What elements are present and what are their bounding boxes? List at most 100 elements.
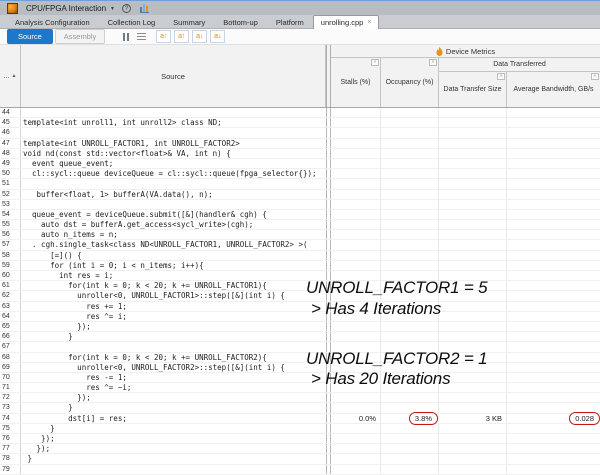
help-icon[interactable]: ? [122,4,131,13]
occupancy-column-header[interactable]: Occupancy (%) » [381,58,439,107]
expand-column-icon[interactable]: » [429,59,437,66]
chevron-down-icon[interactable]: ▾ [111,5,114,12]
source-code-cell: }); [21,434,326,443]
table-row[interactable]: 79 [0,465,600,475]
data-transfer-size-value [439,424,507,433]
table-row[interactable]: 70 res -= 1; [0,373,600,383]
table-row[interactable]: 67 [0,342,600,352]
table-row[interactable]: 76 }); [0,434,600,444]
device-metrics-header[interactable]: Device Metrics [331,45,600,58]
data-transferred-header[interactable]: Data Transferred [439,58,600,72]
table-row[interactable]: 63 res += 1; [0,302,600,312]
vtune-logo-icon [7,3,18,14]
table-row[interactable]: 75 } [0,424,600,434]
jump-to-hottest-down-icon[interactable]: a↓ [210,30,225,43]
close-icon[interactable]: × [367,19,371,26]
table-row[interactable]: 72 }); [0,393,600,403]
next-hot-line-icon[interactable]: a↓ [192,30,207,43]
table-row[interactable]: 47 template<int UNROLL_FACTOR1, int UNRO… [0,139,600,149]
table-row[interactable]: 62 unroller<0, UNROLL_FACTOR1>::step([&]… [0,291,600,301]
tab-analysis-configuration[interactable]: Analysis Configuration [6,15,99,28]
line-number: 58 [0,251,21,260]
prev-hot-line-icon[interactable]: a↑ [174,30,189,43]
line-number: 69 [0,363,21,372]
source-code-cell: }); [21,444,326,453]
average-bandwidth-value [507,444,600,453]
tab-summary[interactable]: Summary [164,15,214,28]
compare-results-icon[interactable] [140,3,150,13]
table-row[interactable]: 66 } [0,332,600,342]
table-row[interactable]: 59 for (int i = 0; i < n_items; i++){ [0,261,600,271]
assembly-toggle-button[interactable]: Assembly [55,29,106,44]
source-code-cell [21,108,326,117]
table-row[interactable]: 58 [=]() { [0,251,600,261]
table-row[interactable]: 77 }); [0,444,600,454]
table-row[interactable]: 48 void nd(const std::vector<float>& VA,… [0,149,600,159]
tab-unrolling-cpp[interactable]: unrolling.cpp × [313,15,380,29]
jump-to-hottest-up-icon[interactable]: a↑ [156,30,171,43]
average-bandwidth-value [507,322,600,331]
source-code-cell: unroller<0, UNROLL_FACTOR1>::step([&](in… [21,291,326,300]
table-row[interactable]: 54 queue_event = deviceQueue.submit([&](… [0,210,600,220]
source-toggle-button[interactable]: Source [7,29,53,44]
table-row[interactable]: 73 } [0,403,600,413]
data-transfer-size-value [439,139,507,148]
menu-icon[interactable] [137,33,146,41]
occupancy-value [381,200,439,209]
average-bandwidth-value [507,230,600,239]
source-code-cell [21,200,326,209]
table-row[interactable]: 69 unroller<0, UNROLL_FACTOR2>::step([&]… [0,363,600,373]
table-row[interactable]: 45 template<int unroll1, int unroll2> cl… [0,118,600,128]
expand-column-icon[interactable]: » [591,73,599,80]
occupancy-value [381,118,439,127]
data-transfer-size-value [439,261,507,270]
table-row[interactable]: 50 cl::sycl::queue deviceQueue = cl::syc… [0,169,600,179]
table-row[interactable]: 56 auto n_items = n; [0,230,600,240]
table-row[interactable]: 52 buffer<float, 1> bufferA(VA.data(), n… [0,190,600,200]
table-row[interactable]: 46 [0,128,600,138]
table-row[interactable]: 55 auto dst = bufferA.get_access<sycl_wr… [0,220,600,230]
expand-column-icon[interactable]: » [497,73,505,80]
table-row[interactable]: 44 [0,108,600,118]
average-bandwidth-value [507,342,600,351]
pane-split-icon[interactable] [123,33,129,41]
tab-collection-log[interactable]: Collection Log [99,15,165,28]
table-row[interactable]: 51 [0,179,600,189]
table-row[interactable]: 53 [0,200,600,210]
occupancy-value [381,169,439,178]
data-transfer-size-value [439,200,507,209]
stalls-value [331,403,381,412]
table-row[interactable]: 68 for(int k = 0; k < 20; k += UNROLL_FA… [0,353,600,363]
stalls-value [331,210,381,219]
source-grid-body: 44 45 template<int unroll1, int unroll2>… [0,108,600,475]
average-bandwidth-column-header[interactable]: Average Bandwidth, GB/s » [507,72,600,107]
source-code-cell: queue_event = deviceQueue.submit([&](han… [21,210,326,219]
table-row[interactable]: 61 for(int k = 0; k < 20; k += UNROLL_FA… [0,281,600,291]
table-row[interactable]: 60 int res = i; [0,271,600,281]
table-row[interactable]: 49 event queue_event; [0,159,600,169]
data-transfer-size-column-header[interactable]: Data Transfer Size » [439,72,507,107]
source-code-cell: for(int k = 0; k < 20; k += UNROLL_FACTO… [21,353,326,362]
tab-platform[interactable]: Platform [267,15,313,28]
table-row[interactable]: 78 } [0,454,600,464]
line-number: 72 [0,393,21,402]
average-bandwidth-value [507,434,600,443]
average-bandwidth-value [507,240,600,249]
line-number: 44 [0,108,21,117]
table-row[interactable]: 65 }); [0,322,600,332]
table-row[interactable]: 74 dst[i] = res; 0.0% 3.8% 3 KB 0.028 [0,414,600,424]
stalls-value [331,322,381,331]
tab-bottom-up[interactable]: Bottom-up [214,15,267,28]
stalls-column-header[interactable]: Stalls (%) » [331,58,381,107]
analysis-type-title[interactable]: CPU/FPGA Interaction [26,4,106,13]
average-bandwidth-value [507,159,600,168]
table-row[interactable]: 71 res ^= ~i; [0,383,600,393]
source-column-header[interactable]: Source [21,45,326,107]
expand-column-icon[interactable]: » [371,59,379,66]
data-transfer-size-value [439,190,507,199]
source-code-cell: } [21,403,326,412]
line-number-column-header[interactable]: ... ▲ [0,45,21,107]
overlay-annotation: > Has 4 Iterations [311,299,441,319]
table-row[interactable]: 64 res ^= i; [0,312,600,322]
table-row[interactable]: 57 . cgh.single_task<class ND<UNROLL_FAC… [0,240,600,250]
